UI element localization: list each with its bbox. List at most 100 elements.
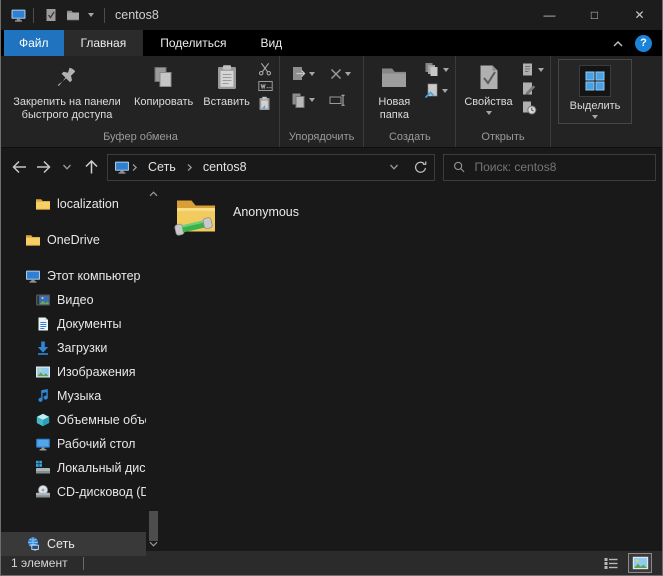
breadcrumb-chevron-icon [185,163,194,172]
sidebar-scrollbar[interactable] [146,186,161,551]
paste-shortcut-icon [259,96,270,110]
tab-share[interactable]: Поделиться [143,30,243,56]
main-area: localization OneDrive Этот компьютер Вид… [1,186,662,556]
sidebar-item-documents[interactable]: Документы [1,312,146,336]
easy-access-icon [425,83,438,99]
folder-icon [35,196,51,212]
titlebar-separator [33,7,34,23]
refresh-button[interactable] [408,155,432,179]
file-item-anonymous[interactable]: Anonymous [171,191,401,241]
address-bar[interactable]: Сеть centos8 [107,153,435,181]
dropdown-caret-icon [485,110,492,115]
minimize-button[interactable]: — [527,0,572,30]
new-item-icon [425,63,438,76]
view-switcher [599,553,652,573]
sidebar-item-downloads[interactable]: Загрузки [1,336,146,360]
up-button[interactable] [79,154,103,180]
pin-to-quick-access-button[interactable]: Закрепить на панели быстрого доступа [5,57,129,123]
breadcrumb-chevron-icon [130,163,139,172]
dropdown-caret-icon [537,67,544,72]
search-input[interactable] [474,160,646,174]
tab-home[interactable]: Главная [63,30,144,56]
sidebar-item-onedrive[interactable]: OneDrive [1,228,146,252]
search-box[interactable] [443,153,656,181]
help-button[interactable]: ? [635,34,652,52]
scroll-up-button[interactable] [146,186,161,201]
qat-properties-button[interactable] [40,6,62,24]
maximize-button[interactable]: □ [572,0,617,30]
sidebar-item-music[interactable]: Музыка [1,384,146,408]
back-button[interactable] [7,154,31,180]
clipboard-small-buttons [255,57,276,111]
delete-button[interactable] [328,65,352,82]
qat-customize-caret-button[interactable] [84,11,98,19]
ribbon-tab-strip: Файл Главная Поделиться Вид ? [1,30,662,56]
easy-access-button[interactable] [423,82,450,99]
thumbnails-view-button[interactable] [628,553,652,573]
sidebar-item-localization[interactable]: localization [1,192,146,216]
delete-x-icon [330,68,341,79]
sidebar-item-cd-drive-d[interactable]: CD-дисковод (D:) [1,480,146,504]
address-dropdown-button[interactable] [382,155,406,179]
sidebar-item-label: Объемные объекты [57,413,146,427]
close-button[interactable]: ✕ [617,0,662,30]
qat-new-folder-button[interactable] [62,6,84,24]
scrollbar-thumb[interactable] [149,511,158,541]
properties-button[interactable]: Свойства [459,57,517,117]
picture-icon [35,364,51,380]
sidebar-item-label: Рабочий стол [57,437,136,451]
rename-button[interactable] [328,92,352,108]
details-view-button[interactable] [599,553,623,573]
search-icon [454,161,465,173]
dropdown-caret-icon [308,71,315,76]
move-to-button[interactable] [290,65,316,82]
breadcrumb-centos8[interactable]: centos8 [194,160,256,174]
paste-shortcut-button[interactable] [257,96,274,111]
edit-pencil-icon [522,82,536,96]
new-folder-button[interactable]: Новая папка [367,57,421,123]
titlebar-separator [104,7,105,23]
sidebar-item-label: OneDrive [47,233,100,247]
computer-icon [25,268,41,284]
computer-icon [114,159,130,175]
copy-path-button[interactable] [257,80,274,92]
breadcrumb-network[interactable]: Сеть [139,160,185,174]
dropdown-caret-icon [592,115,599,119]
paste-button[interactable]: Вставить [198,57,255,111]
ribbon-group-create: Новая папка Создать [364,56,457,147]
sidebar-item-local-disk-c[interactable]: Локальный диск (C:) [1,456,146,480]
sidebar-item-videos[interactable]: Видео [1,288,146,312]
dropdown-caret-icon [344,71,351,76]
hard-drive-icon [35,460,51,476]
new-item-button[interactable] [423,62,450,78]
select-button[interactable]: Выделить [557,59,633,124]
open-button[interactable] [520,62,545,77]
sidebar-item-network[interactable]: Сеть [1,532,146,556]
create-group-label: Создать [388,131,431,143]
tab-view[interactable]: Вид [243,30,299,56]
forward-button[interactable] [31,154,55,180]
sidebar-item-label: Загрузки [57,341,108,355]
rename-icon [329,94,345,106]
recent-locations-button[interactable] [55,154,79,180]
sidebar-item-this-pc[interactable]: Этот компьютер [1,264,146,288]
tab-file[interactable]: Файл [4,30,64,56]
chevron-up-icon [149,190,158,196]
ribbon-group-open: Свойства Открыть [456,56,551,147]
dropdown-caret-icon [442,88,449,93]
items-count: 1 элемент [11,556,68,570]
paste-icon [215,62,239,93]
history-button[interactable] [520,100,545,115]
copy-path-icon [258,81,273,91]
title-bar: centos8 — □ ✕ [1,0,662,30]
cut-button[interactable] [257,62,274,76]
collapse-ribbon-button[interactable] [612,39,624,48]
sidebar-item-desktop[interactable]: Рабочий стол [1,432,146,456]
edit-button[interactable] [520,81,545,96]
sidebar-item-3d-objects[interactable]: Объемные объекты [1,408,146,432]
sidebar-item-pictures[interactable]: Изображения [1,360,146,384]
details-view-icon [604,557,618,569]
copy-button[interactable]: Копировать [129,57,198,111]
copy-to-button[interactable] [290,92,316,108]
address-bar-controls [382,155,432,179]
